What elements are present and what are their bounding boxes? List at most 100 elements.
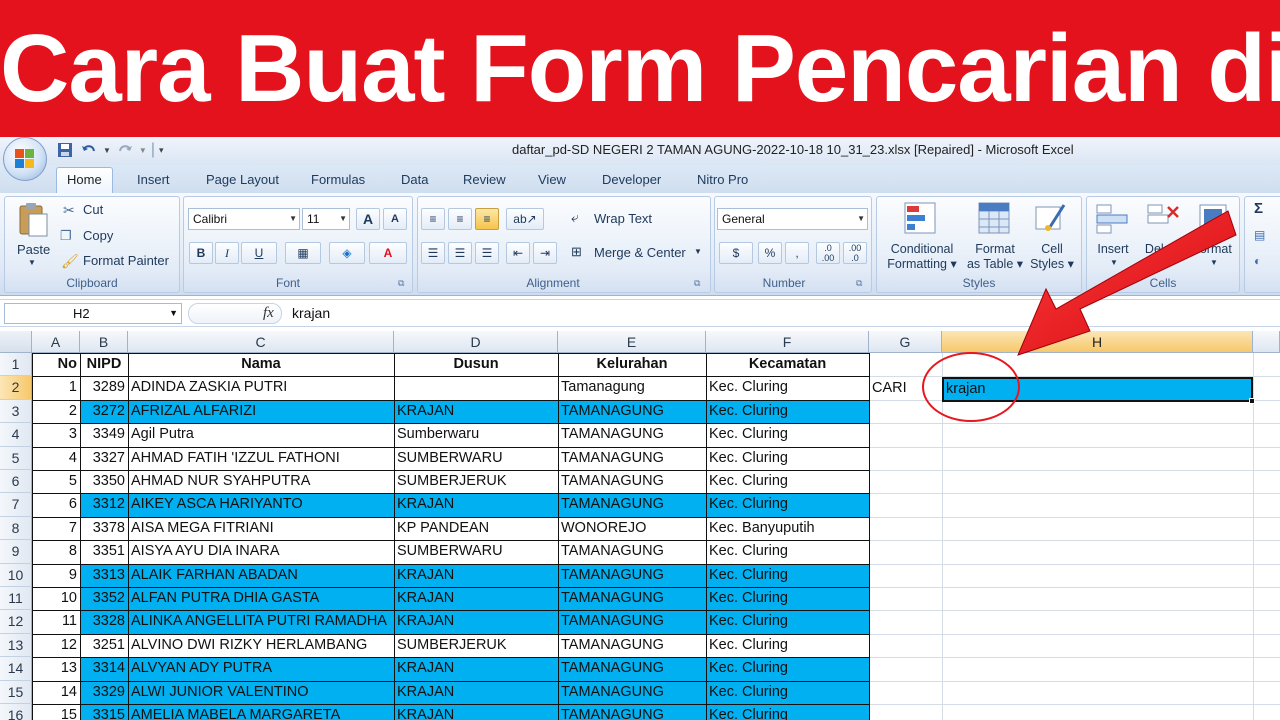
fill-color-icon[interactable]: ◈	[329, 242, 365, 264]
table-header-cell[interactable]: Dusun	[394, 353, 558, 376]
table-cell-dusun[interactable]	[394, 376, 558, 399]
table-cell-nipd[interactable]: 3352	[80, 587, 128, 611]
table-cell-dusun[interactable]: KRAJAN	[394, 610, 558, 634]
column-header-b[interactable]: B	[80, 331, 128, 353]
table-cell-nama[interactable]: AHMAD FATIH 'IZZUL FATHONI	[128, 447, 394, 470]
table-cell-nipd[interactable]: 3314	[80, 657, 128, 681]
table-cell-no[interactable]: 10	[32, 587, 80, 610]
table-cell-dusun[interactable]: KP PANDEAN	[394, 517, 558, 540]
format-painter-icon[interactable]: 🖌	[61, 253, 79, 270]
table-cell-kecamatan[interactable]: Kec. Cluring	[706, 587, 869, 611]
copy-button[interactable]: Copy	[83, 228, 113, 243]
table-cell-nama[interactable]: AISYA AYU DIA INARA	[128, 540, 394, 563]
tab-developer[interactable]: Developer	[592, 168, 671, 193]
redo-dropdown-icon[interactable]: ▼	[139, 146, 147, 155]
table-cell-nipd[interactable]: 3313	[80, 563, 128, 587]
table-cell-dusun[interactable]: KRAJAN	[394, 657, 558, 681]
table-cell-kelurahan[interactable]: TAMANAGUNG	[558, 610, 706, 634]
table-cell-kelurahan[interactable]: TAMANAGUNG	[558, 447, 706, 470]
format-painter-button[interactable]: Format Painter	[83, 253, 169, 268]
table-cell-kecamatan[interactable]: Kec. Banyuputih	[706, 517, 869, 540]
align-left-icon[interactable]: ☰	[421, 242, 445, 264]
table-cell-dusun[interactable]: KRAJAN	[394, 704, 558, 720]
table-cell-no[interactable]: 7	[32, 517, 80, 540]
scissors-icon[interactable]: ✂	[63, 202, 75, 219]
bold-button[interactable]: B	[189, 242, 213, 264]
table-cell-nama[interactable]: AISA MEGA FITRIANI	[128, 517, 394, 540]
table-cell-dusun[interactable]: SUMBERJERUK	[394, 470, 558, 493]
row-header[interactable]: 14	[0, 657, 32, 681]
table-cell-nipd[interactable]: 3378	[80, 517, 128, 540]
italic-button[interactable]: I	[215, 242, 239, 264]
table-cell-kelurahan[interactable]: TAMANAGUNG	[558, 399, 706, 424]
table-cell-kecamatan[interactable]: Kec. Cluring	[706, 704, 869, 720]
table-cell-nama[interactable]: ADINDA ZASKIA PUTRI	[128, 376, 394, 399]
decrease-decimal-button[interactable]: .00 .0	[843, 242, 867, 264]
table-cell-kecamatan[interactable]: Kec. Cluring	[706, 540, 869, 563]
table-cell-nama[interactable]: ALFAN PUTRA DHIA GASTA	[128, 587, 394, 611]
table-cell-kecamatan[interactable]: Kec. Cluring	[706, 657, 869, 681]
fill-icon[interactable]: ▤	[1254, 228, 1265, 242]
merge-center-button[interactable]: Merge & Center	[594, 245, 686, 260]
row-header[interactable]: 12	[0, 610, 32, 634]
comma-button[interactable]: ,	[785, 242, 809, 264]
row-header[interactable]: 15	[0, 680, 32, 704]
column-header-c[interactable]: C	[128, 331, 394, 353]
align-middle-icon[interactable]: ≡	[448, 208, 472, 230]
borders-icon[interactable]: ▦	[285, 242, 321, 264]
table-cell-nama[interactable]: AHMAD NUR SYAHPUTRA	[128, 470, 394, 493]
conditional-formatting-button[interactable]: Conditional Formatting ▾	[880, 242, 964, 272]
table-cell-kecamatan[interactable]: Kec. Cluring	[706, 493, 869, 517]
table-cell-kelurahan[interactable]: TAMANAGUNG	[558, 680, 706, 704]
currency-button[interactable]: $	[719, 242, 753, 264]
table-cell-kelurahan[interactable]: TAMANAGUNG	[558, 657, 706, 681]
table-cell-kelurahan[interactable]: TAMANAGUNG	[558, 587, 706, 611]
undo-dropdown-icon[interactable]: ▼	[103, 146, 111, 155]
table-cell-kelurahan[interactable]: TAMANAGUNG	[558, 493, 706, 517]
table-cell-kecamatan[interactable]: Kec. Cluring	[706, 610, 869, 634]
table-cell-no[interactable]: 13	[32, 657, 80, 680]
row-header[interactable]: 4	[0, 423, 32, 447]
table-cell-kelurahan[interactable]: WONOREJO	[558, 517, 706, 540]
table-cell-nipd[interactable]: 3251	[80, 634, 128, 657]
tab-view[interactable]: View	[528, 168, 576, 193]
table-cell-no[interactable]: 4	[32, 447, 80, 470]
table-cell-nama[interactable]: ALINKA ANGELLITA PUTRI RAMADHA	[128, 610, 394, 634]
shrink-font-button[interactable]: A	[383, 208, 407, 230]
table-header-cell[interactable]: Kelurahan	[558, 353, 706, 376]
table-header-cell[interactable]: No	[32, 353, 80, 376]
table-cell-dusun[interactable]: SUMBERJERUK	[394, 634, 558, 657]
number-format-select[interactable]: General ▼	[717, 208, 868, 230]
column-header-d[interactable]: D	[394, 331, 558, 353]
tab-insert[interactable]: Insert	[127, 168, 180, 193]
column-header-a[interactable]: A	[32, 331, 80, 353]
table-cell-kecamatan[interactable]: Kec. Cluring	[706, 470, 869, 493]
table-cell-kecamatan[interactable]: Kec. Cluring	[706, 680, 869, 704]
row-header[interactable]: 2	[0, 376, 32, 400]
table-cell-no[interactable]: 2	[32, 400, 80, 423]
table-cell-dusun[interactable]: SUMBERWARU	[394, 540, 558, 563]
table-cell-kelurahan[interactable]: TAMANAGUNG	[558, 470, 706, 493]
clear-icon[interactable]: ◐	[1254, 254, 1261, 268]
column-header-f[interactable]: F	[706, 331, 869, 353]
increase-decimal-button[interactable]: .0 .00	[816, 242, 840, 264]
row-header[interactable]: 11	[0, 587, 32, 611]
align-top-icon[interactable]: ≡	[421, 208, 445, 230]
column-header-e[interactable]: E	[558, 331, 706, 353]
row-header[interactable]: 8	[0, 516, 32, 541]
table-cell-kecamatan[interactable]: Kec. Cluring	[706, 563, 869, 587]
customize-qat-icon[interactable]: ▾	[159, 145, 164, 156]
table-cell-kelurahan[interactable]: TAMANAGUNG	[558, 423, 706, 446]
table-cell-nipd[interactable]: 3315	[80, 704, 128, 720]
alignment-dialog-launcher-icon[interactable]: ⧉	[694, 278, 700, 289]
merge-dropdown-icon[interactable]: ▼	[694, 247, 702, 256]
table-cell-no[interactable]: 12	[32, 634, 80, 657]
table-cell-nama[interactable]: AMELIA MABELA MARGARETA	[128, 704, 394, 720]
name-box[interactable]: H2 ▼	[4, 303, 182, 324]
row-header[interactable]: 10	[0, 563, 32, 587]
table-cell-nama[interactable]: ALAIK FARHAN ABADAN	[128, 563, 394, 587]
table-cell-kelurahan[interactable]: TAMANAGUNG	[558, 704, 706, 720]
table-cell-kelurahan[interactable]: TAMANAGUNG	[558, 563, 706, 587]
table-cell-no[interactable]: 3	[32, 423, 80, 446]
paste-icon[interactable]	[16, 200, 50, 237]
